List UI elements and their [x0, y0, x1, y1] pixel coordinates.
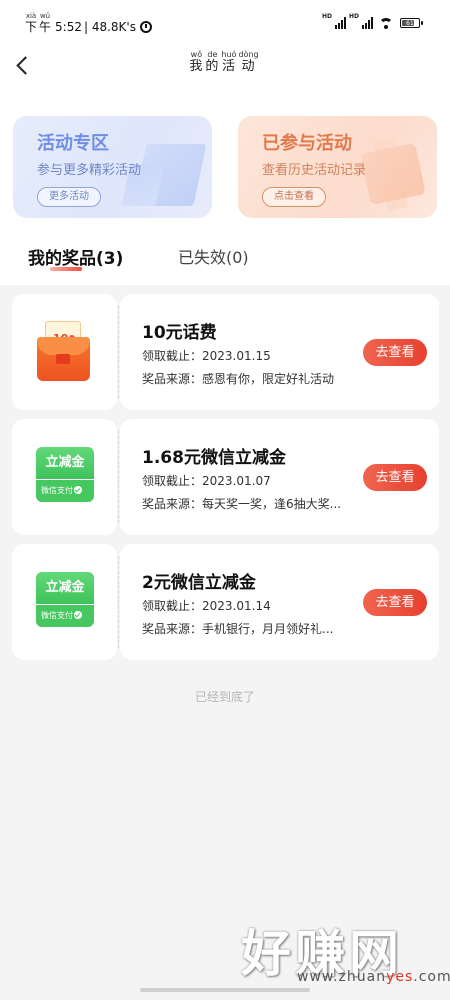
prize-deadline: 领取截止：2023.01.15	[142, 349, 271, 363]
status-period-char-1: xià 下	[25, 12, 37, 34]
status-period-char-2: wǔ 午	[39, 12, 51, 34]
status-bar: xià 下 wǔ 午 5:52 | 48.8K's HD HD 61	[0, 0, 450, 40]
wechat-pay-label: 微信支付	[36, 605, 94, 627]
card-divider	[118, 431, 119, 523]
prize-icon-panel: 立减金 微信支付	[12, 419, 117, 535]
hanzi: 活	[221, 59, 236, 74]
activity-zone-banner[interactable]: 活动专区 参与更多精彩活动 更多活动	[13, 116, 212, 218]
prize-name: 2元微信立减金	[142, 573, 256, 593]
prize-name: 1.68元微信立减金	[142, 448, 286, 468]
prize-info-panel: 1.68元微信立减金 领取截止：2023.01.07 奖品来源：每天奖一奖，逢6…	[120, 419, 439, 535]
title-char-1: wǒ 我	[189, 50, 203, 75]
card-divider	[118, 556, 119, 648]
end-of-list-text: 已经到底了	[194, 690, 255, 704]
pinyin: huó	[221, 50, 237, 59]
view-prize-button[interactable]: 去查看	[363, 464, 427, 491]
banner-title: 已参与活动	[262, 133, 352, 154]
prize-name: 10元话费	[142, 323, 217, 343]
banner-subtitle: 参与更多精彩活动	[37, 163, 142, 178]
prize-info-panel: 2元微信立减金 领取截止：2023.01.14 奖品来源：手机银行，月月领好礼.…	[120, 544, 439, 660]
page-title: wǒ 我 de 的 huó 活 dòng 动	[0, 50, 450, 75]
wechat-pay-discount-icon: 立减金 微信支付	[36, 572, 94, 628]
pinyin: de	[207, 50, 218, 59]
prize-icon-panel: 立减金 微信支付	[12, 544, 117, 660]
home-indicator[interactable]	[140, 988, 310, 992]
card-divider	[118, 306, 119, 398]
prize-source: 奖品来源：手机银行，月月领好礼...	[142, 622, 334, 636]
joined-activities-banner[interactable]: 已参与活动 查看历史活动记录 点击查看	[238, 116, 437, 218]
more-activities-button[interactable]: 更多活动	[37, 187, 101, 207]
tab-expired[interactable]: 已失效(0)	[178, 244, 249, 268]
battery-icon: 61	[400, 18, 423, 28]
prize-card: 10 10元话费 领取截止：2023.01.15 奖品来源：感恩有你，限定好礼活…	[12, 294, 439, 410]
active-tab-indicator	[50, 267, 82, 271]
pinyin: xià	[25, 12, 37, 20]
banner-subtitle: 查看历史活动记录	[262, 163, 367, 178]
banner-title: 活动专区	[37, 133, 109, 154]
prize-card: 立减金 微信支付 1.68元微信立减金 领取截止：2023.01.07 奖品来源…	[12, 419, 439, 535]
hanzi: 的	[205, 59, 220, 74]
hanzi: 动	[241, 59, 256, 74]
hanzi: 下	[25, 20, 38, 34]
status-time: 5:52	[55, 20, 82, 34]
prize-deadline: 领取截止：2023.01.07	[142, 474, 271, 488]
pinyin: wǔ	[39, 12, 51, 20]
watermark-url: www.zhuanyes.com	[297, 969, 450, 985]
hd-label: HD	[321, 13, 332, 20]
alarm-clock-icon	[139, 21, 152, 33]
battery-level: 61	[406, 19, 414, 27]
tab-my-prizes[interactable]: 我的奖品(3)	[28, 244, 123, 269]
hanzi: 午	[39, 20, 52, 34]
pinyin: dòng	[238, 50, 259, 59]
prize-deadline: 领取截止：2023.01.14	[142, 599, 271, 613]
title-char-2: de 的	[205, 50, 219, 75]
discount-title: 立减金	[36, 447, 94, 479]
wifi-icon	[379, 18, 393, 29]
view-history-button[interactable]: 点击查看	[262, 187, 326, 207]
title-char-4: dòng 动	[238, 50, 258, 75]
check-icon	[74, 486, 82, 494]
check-icon	[74, 611, 82, 619]
prize-source: 奖品来源：感恩有你，限定好礼活动	[142, 372, 335, 386]
signal-icon	[362, 17, 373, 29]
red-envelope-icon: 10	[37, 321, 90, 381]
discount-title: 立减金	[36, 572, 94, 604]
status-right: HD HD 61	[321, 13, 423, 29]
prize-source: 奖品来源：每天奖一奖，逢6抽大奖...	[142, 497, 342, 511]
page-header: wǒ 我 de 的 huó 活 dòng 动	[0, 40, 450, 90]
pinyin: wǒ	[190, 50, 203, 59]
prize-card: 立减金 微信支付 2元微信立减金 领取截止：2023.01.14 奖品来源：手机…	[12, 544, 439, 660]
status-net-speed: | 48.8K's	[83, 20, 136, 34]
prize-icon-panel: 10	[12, 294, 117, 410]
signal-icon	[334, 17, 346, 29]
title-char-3: huó 活	[221, 50, 236, 75]
gift-decoration	[360, 142, 426, 206]
prize-info-panel: 10元话费 领取截止：2023.01.15 奖品来源：感恩有你，限定好礼活动 去…	[120, 294, 439, 410]
view-prize-button[interactable]: 去查看	[363, 339, 427, 366]
hanzi: 我	[189, 59, 204, 74]
wechat-pay-label: 微信支付	[36, 480, 94, 502]
view-prize-button[interactable]: 去查看	[363, 589, 427, 616]
wechat-pay-discount-icon: 立减金 微信支付	[36, 447, 94, 503]
status-left: xià 下 wǔ 午 5:52 | 48.8K's	[25, 10, 152, 34]
hd-label: HD	[348, 13, 359, 20]
